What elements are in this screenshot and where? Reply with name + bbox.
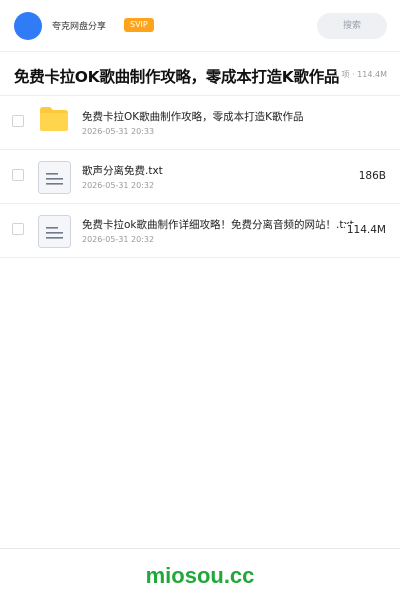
document-icon [38, 215, 71, 248]
page-title: 免费卡拉OK歌曲制作攻略，零成本打造K歌作品 [14, 68, 340, 86]
file-date: 2026-05-31 20:33 [82, 127, 155, 136]
checkbox[interactable] [12, 169, 24, 181]
list-item[interactable]: 免费卡拉OK歌曲制作攻略，零成本打造K歌作品 2026-05-31 20:33 [0, 96, 400, 150]
file-date: 2026-05-31 20:32 [82, 181, 155, 190]
file-name: 免费卡拉ok歌曲制作详细攻略！免费分离音频的网站！.txt [82, 219, 354, 231]
file-name: 免费卡拉OK歌曲制作攻略，零成本打造K歌作品 [82, 111, 304, 123]
checkbox[interactable] [12, 115, 24, 127]
share-summary: 1 项 · 114.4M [333, 70, 387, 79]
footer: miosou.cc [0, 548, 400, 600]
share-title-bar: 免费卡拉OK歌曲制作攻略，零成本打造K歌作品 1 项 · 114.4M [0, 52, 400, 96]
file-date: 2026-05-31 20:32 [82, 235, 155, 244]
file-size: 186B [356, 170, 386, 182]
avatar[interactable] [14, 12, 42, 40]
svip-badge[interactable]: SVIP [124, 18, 154, 32]
document-icon [38, 161, 71, 194]
list-item[interactable]: 免费卡拉ok歌曲制作详细攻略！免费分离音频的网站！.txt 2026-05-31… [0, 204, 400, 258]
brand-label: 夸克网盘分享 [52, 22, 107, 32]
watermark: miosou.cc [145, 563, 255, 588]
search-input[interactable]: 搜索 [317, 13, 387, 39]
top-header: 夸克网盘分享 SVIP 搜索 [0, 0, 400, 52]
checkbox[interactable] [12, 223, 24, 235]
file-size: 114.4M [344, 224, 386, 236]
folder-icon [40, 107, 68, 131]
file-name: 歌声分离免费.txt [82, 165, 163, 177]
list-item[interactable]: 歌声分离免费.txt 2026-05-31 20:32 186B [0, 150, 400, 204]
